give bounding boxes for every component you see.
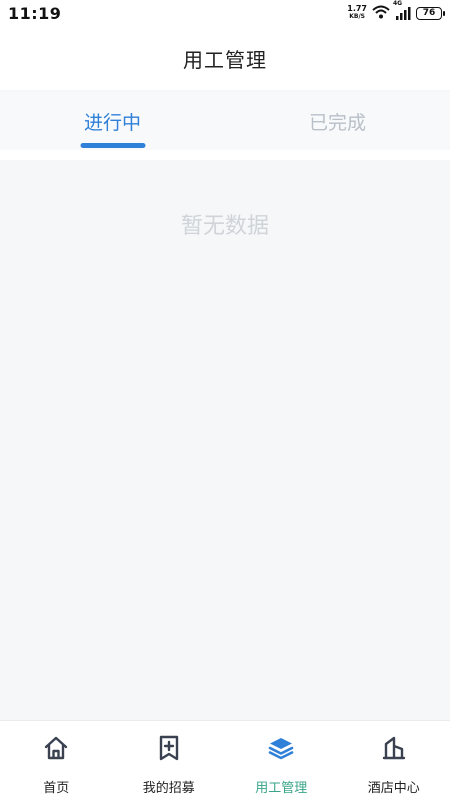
- status-time: 11:19: [8, 3, 62, 23]
- nav-label-my-recruitment: 我的招募: [142, 781, 195, 796]
- header: 用工管理: [0, 26, 450, 90]
- tab-active-indicator: [80, 143, 145, 148]
- status-icons: 1.77 KB/S 4G 76: [347, 0, 445, 23]
- network-type-label: 4G: [393, 0, 403, 7]
- cellular-signal-icon: 4G: [393, 0, 411, 20]
- wifi-icon: [372, 4, 390, 23]
- nav-label-hotel-center: 酒店中心: [367, 781, 420, 796]
- nav-label-home: 首页: [43, 781, 70, 796]
- tab-bar: 进行中 已完成: [0, 92, 450, 150]
- net-speed-unit: KB/S: [349, 13, 365, 20]
- nav-label-labor-management: 用工管理: [255, 781, 308, 796]
- empty-state-text: 暂无数据: [180, 214, 269, 239]
- status-bar: 11:19 1.77 KB/S 4G 76: [0, 0, 450, 26]
- nav-item-my-recruitment[interactable]: 我的招募: [113, 721, 226, 800]
- divider: [0, 150, 450, 160]
- bottom-nav: 首页 我的招募 用工管理 酒店中心: [0, 720, 450, 800]
- content-area: 暂无数据: [0, 160, 450, 720]
- screen: 11:19 1.77 KB/S 4G 76 用工管理 进行中 已完成 暂无数据 …: [0, 0, 450, 800]
- tab-completed[interactable]: 已完成: [225, 92, 450, 150]
- nav-item-home[interactable]: 首页: [0, 721, 113, 800]
- net-speed-value: 1.77: [347, 4, 367, 13]
- battery-level: 76: [422, 8, 436, 18]
- tab-completed-label: 已完成: [308, 111, 366, 134]
- battery-icon: 76: [416, 6, 445, 20]
- building-icon: [379, 733, 409, 763]
- recruit-icon: [154, 733, 184, 763]
- home-icon: [41, 733, 71, 763]
- tab-in-progress-label: 进行中: [83, 111, 141, 134]
- layers-icon: [266, 733, 296, 763]
- tab-in-progress[interactable]: 进行中: [0, 92, 225, 150]
- net-speed: 1.77 KB/S: [347, 5, 367, 21]
- page-title: 用工管理: [183, 47, 267, 72]
- nav-item-hotel-center[interactable]: 酒店中心: [338, 721, 450, 800]
- nav-item-labor-management[interactable]: 用工管理: [225, 721, 338, 800]
